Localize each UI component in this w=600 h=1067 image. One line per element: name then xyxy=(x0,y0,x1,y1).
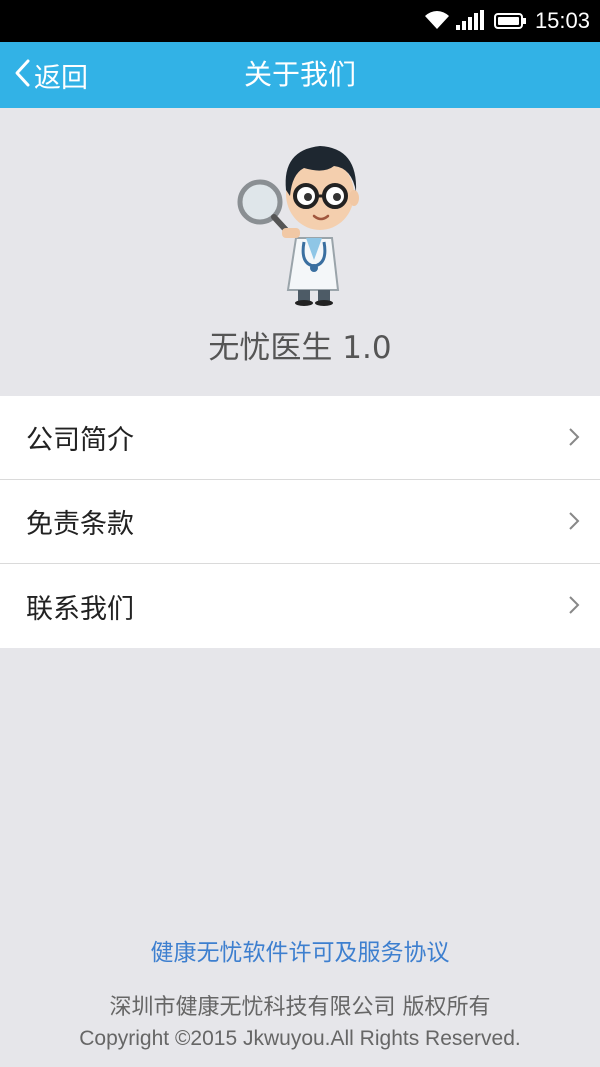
menu-item-label: 免责条款 xyxy=(26,509,134,540)
page-title: 关于我们 xyxy=(243,58,356,91)
signal-icon xyxy=(456,10,484,34)
nav-bar: 返回 关于我们 xyxy=(0,42,600,108)
copyright-text: Copyright ©2015 Jkwuyou.All Rights Reser… xyxy=(79,1027,521,1050)
menu-item-company-intro[interactable]: 公司简介 xyxy=(0,396,600,480)
menu-list: 公司简介 免责条款 联系我们 xyxy=(0,396,600,648)
menu-item-label: 联系我们 xyxy=(26,593,134,625)
company-rights-text: 深圳市健康无忧科技有限公司 版权所有 xyxy=(109,995,491,1020)
status-time: 15:03 xyxy=(534,8,590,33)
license-agreement-link[interactable]: 健康无忧软件许可及服务协议 xyxy=(151,933,450,967)
wifi-icon xyxy=(424,10,450,34)
menu-item-disclaimer[interactable]: 免责条款 xyxy=(0,480,600,564)
app-name-version: 无忧医生 1.0 xyxy=(208,330,392,366)
chevron-right-icon xyxy=(568,595,580,619)
app-header: 无忧医生 1.0 xyxy=(0,108,600,396)
chevron-right-icon xyxy=(568,511,580,535)
chevron-right-icon xyxy=(568,427,580,451)
status-bar: 15:03 xyxy=(0,0,600,42)
menu-item-label: 公司简介 xyxy=(26,425,134,456)
battery-icon xyxy=(494,13,526,33)
doctor-mascot-logo xyxy=(234,138,366,310)
footer: 健康无忧软件许可及服务协议 深圳市健康无忧科技有限公司 版权所有 Copyrig… xyxy=(0,933,600,1051)
menu-item-contact-us[interactable]: 联系我们 xyxy=(0,564,600,648)
